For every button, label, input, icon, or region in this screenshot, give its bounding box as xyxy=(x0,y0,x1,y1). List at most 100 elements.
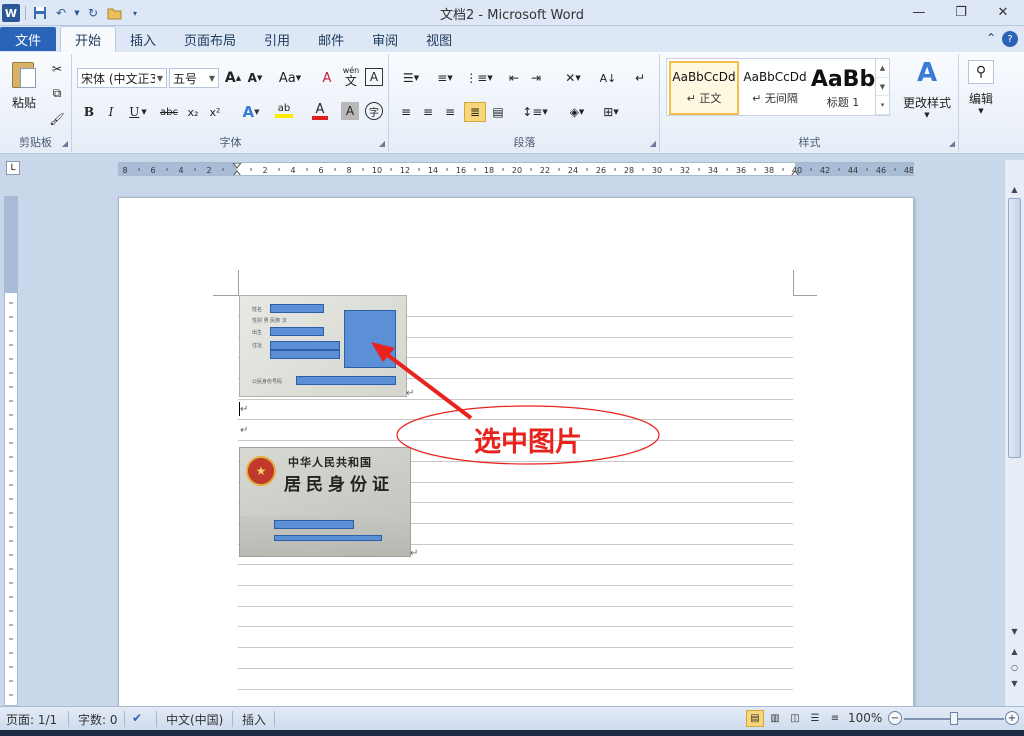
zoom-level[interactable]: 100% xyxy=(848,711,882,725)
sort-button[interactable]: A↓ xyxy=(598,68,618,88)
minimize-ribbon-icon[interactable]: ⌃ xyxy=(986,31,996,47)
decrease-indent-button[interactable]: ⇤ xyxy=(504,68,524,88)
copy-icon[interactable]: ⧉ xyxy=(48,84,66,102)
style-no-spacing[interactable]: AaBbCcDd ↵ 无间隔 xyxy=(740,61,810,115)
web-layout-icon[interactable]: ◫ xyxy=(786,710,804,727)
character-shading-button[interactable]: A xyxy=(341,102,359,120)
gallery-down-icon[interactable]: ▼ xyxy=(876,78,889,97)
zoom-out-button[interactable]: − xyxy=(888,711,902,725)
align-left-button[interactable]: ≡ xyxy=(396,102,416,122)
gallery-up-icon[interactable]: ▲ xyxy=(876,59,889,78)
styles-gallery-scroll: ▲ ▼ ▾ xyxy=(875,59,889,116)
horizontal-ruler[interactable]: 8 6 4 2 2 4 6 8 10 12 14 16 18 20 22 24 26 28 30 32 34 36 38 40… xyxy=(118,162,914,176)
increase-indent-button[interactable]: ⇥ xyxy=(526,68,546,88)
first-line-indent-marker xyxy=(232,163,242,169)
italic-button[interactable]: I xyxy=(101,102,121,122)
scroll-down-icon[interactable]: ▼ xyxy=(1007,624,1022,638)
bullets-button[interactable]: ☰ ▼ xyxy=(396,68,426,88)
editing-button[interactable]: ⚲ 编辑 ▼ xyxy=(964,60,998,115)
style-heading1[interactable]: AaBb 标题 1 xyxy=(811,61,875,115)
paste-button[interactable]: 粘贴 xyxy=(6,58,42,111)
word-count[interactable]: 字数: 0 xyxy=(78,711,118,728)
font-launcher-icon[interactable]: ◢ xyxy=(379,139,385,148)
change-case-button[interactable]: Aa ▼ xyxy=(277,68,303,88)
ruler-tick-label: 28 xyxy=(624,166,634,175)
tab-review[interactable]: 审阅 xyxy=(358,26,412,52)
browse-object-icon[interactable]: ○ xyxy=(1007,660,1022,674)
multilevel-list-button[interactable]: ⋮≡ ▼ xyxy=(464,68,494,88)
find-binoculars-icon: ⚲ xyxy=(968,60,994,84)
tab-home[interactable]: 开始 xyxy=(60,26,117,52)
change-styles-icon: A xyxy=(916,58,938,88)
draft-view-icon[interactable]: ≡ xyxy=(826,710,844,727)
previous-page-icon[interactable]: ▲ xyxy=(1007,644,1022,658)
ruler-tick-label: 24 xyxy=(568,166,578,175)
asian-layout-button[interactable]: ✕ ▼ xyxy=(558,68,588,88)
tab-mailings[interactable]: 邮件 xyxy=(304,26,358,52)
proofing-icon[interactable]: ✔ xyxy=(132,711,142,725)
print-layout-icon[interactable]: ▤ xyxy=(746,710,764,727)
align-center-button[interactable]: ≡ xyxy=(418,102,438,122)
phonetic-guide-button[interactable]: wén 文 xyxy=(341,64,361,90)
tab-selector-icon[interactable]: L xyxy=(6,161,20,175)
font-name-combo[interactable]: 宋体 (中文正3 ▼ xyxy=(77,68,167,88)
clipboard-launcher-icon[interactable]: ◢ xyxy=(62,139,68,148)
shrink-font-button[interactable]: A ▼ xyxy=(245,68,265,88)
change-styles-button[interactable]: A 更改样式 ▼ xyxy=(900,58,954,119)
page-count[interactable]: 页面: 1/1 xyxy=(6,711,57,728)
vertical-ruler[interactable] xyxy=(4,196,18,706)
align-right-button[interactable]: ≡ xyxy=(440,102,460,122)
grow-font-button[interactable]: A ▲ xyxy=(223,68,243,88)
zoom-in-button[interactable]: + xyxy=(1005,711,1019,725)
full-screen-reading-icon[interactable]: ▥ xyxy=(766,710,784,727)
vertical-scrollbar[interactable]: ▲ ▼ ▲ ○ ▼ xyxy=(1004,160,1024,706)
cut-icon[interactable]: ✂ xyxy=(48,60,66,78)
annotation-arrow-line xyxy=(379,348,473,420)
show-marks-button[interactable]: ↵ xyxy=(630,68,650,88)
paragraph-launcher-icon[interactable]: ◢ xyxy=(650,139,656,148)
zoom-slider-thumb[interactable] xyxy=(950,712,958,725)
character-border-button[interactable]: A xyxy=(365,68,383,86)
tab-references[interactable]: 引用 xyxy=(250,26,304,52)
tab-file[interactable]: 文件 xyxy=(0,27,56,51)
bold-button[interactable]: B xyxy=(79,102,99,122)
borders-button[interactable]: ⊞ ▼ xyxy=(596,102,626,122)
distributed-button[interactable]: ▤ xyxy=(488,102,508,122)
subscript-button[interactable]: x₂ xyxy=(183,102,203,122)
font-size-combo[interactable]: 五号 ▼ xyxy=(169,68,219,88)
superscript-button[interactable]: x² xyxy=(205,102,225,122)
format-painter-icon[interactable]: 🖌 xyxy=(48,110,66,128)
tab-insert[interactable]: 插入 xyxy=(116,26,170,52)
tab-page-layout[interactable]: 页面布局 xyxy=(170,26,250,52)
tab-view[interactable]: 视图 xyxy=(412,26,466,52)
insert-mode-indicator[interactable]: 插入 xyxy=(242,711,266,728)
gallery-more-icon[interactable]: ▾ xyxy=(876,96,889,116)
help-icon[interactable]: ? xyxy=(1002,31,1018,47)
ruler-tick-label: 32 xyxy=(680,166,690,175)
text-effects-button[interactable]: A ▼ xyxy=(237,102,265,122)
underline-button[interactable]: U ▼ xyxy=(123,102,153,122)
ruler-area: L 8 6 4 2 2 4 6 8 10 12 14 16 18 20 22 24 26 28 30 32 34 36 38… xyxy=(0,155,1024,183)
scroll-up-icon[interactable]: ▲ xyxy=(1007,182,1022,196)
document-page[interactable]: 姓名 性别 男 民族 汉 出生 住址 公民身份号码 ↵ ↵ ↵ ★ 中华人民共和… xyxy=(118,197,914,706)
close-icon[interactable]: ✕ xyxy=(982,0,1024,24)
enclose-characters-button[interactable]: 字 xyxy=(365,102,383,120)
clear-format-button[interactable]: A xyxy=(317,68,337,88)
language-indicator[interactable]: 中文(中国) xyxy=(166,711,223,728)
styles-launcher-icon[interactable]: ◢ xyxy=(949,139,955,148)
editing-group: ⚲ 编辑 ▼ xyxy=(960,54,1002,152)
justify-button[interactable]: ≣ xyxy=(464,102,486,122)
minimize-icon[interactable]: — xyxy=(898,0,940,24)
style-normal-name: ↵ 正文 xyxy=(686,92,722,105)
strikethrough-button[interactable]: abc xyxy=(157,102,181,122)
line-spacing-button[interactable]: ↕≡ ▼ xyxy=(520,102,550,122)
style-normal[interactable]: AaBbCcDd ↵ 正文 xyxy=(669,61,739,115)
highlight-button[interactable]: ab xyxy=(269,100,299,122)
shading-button[interactable]: ◈ ▼ xyxy=(562,102,592,122)
numbering-button[interactable]: ≡ ▼ xyxy=(430,68,460,88)
outline-view-icon[interactable]: ☰ xyxy=(806,710,824,727)
restore-icon[interactable]: ❐ xyxy=(940,0,982,24)
next-page-icon[interactable]: ▼ xyxy=(1007,676,1022,690)
scrollbar-thumb[interactable] xyxy=(1008,198,1021,458)
font-color-button[interactable]: A xyxy=(305,100,335,122)
